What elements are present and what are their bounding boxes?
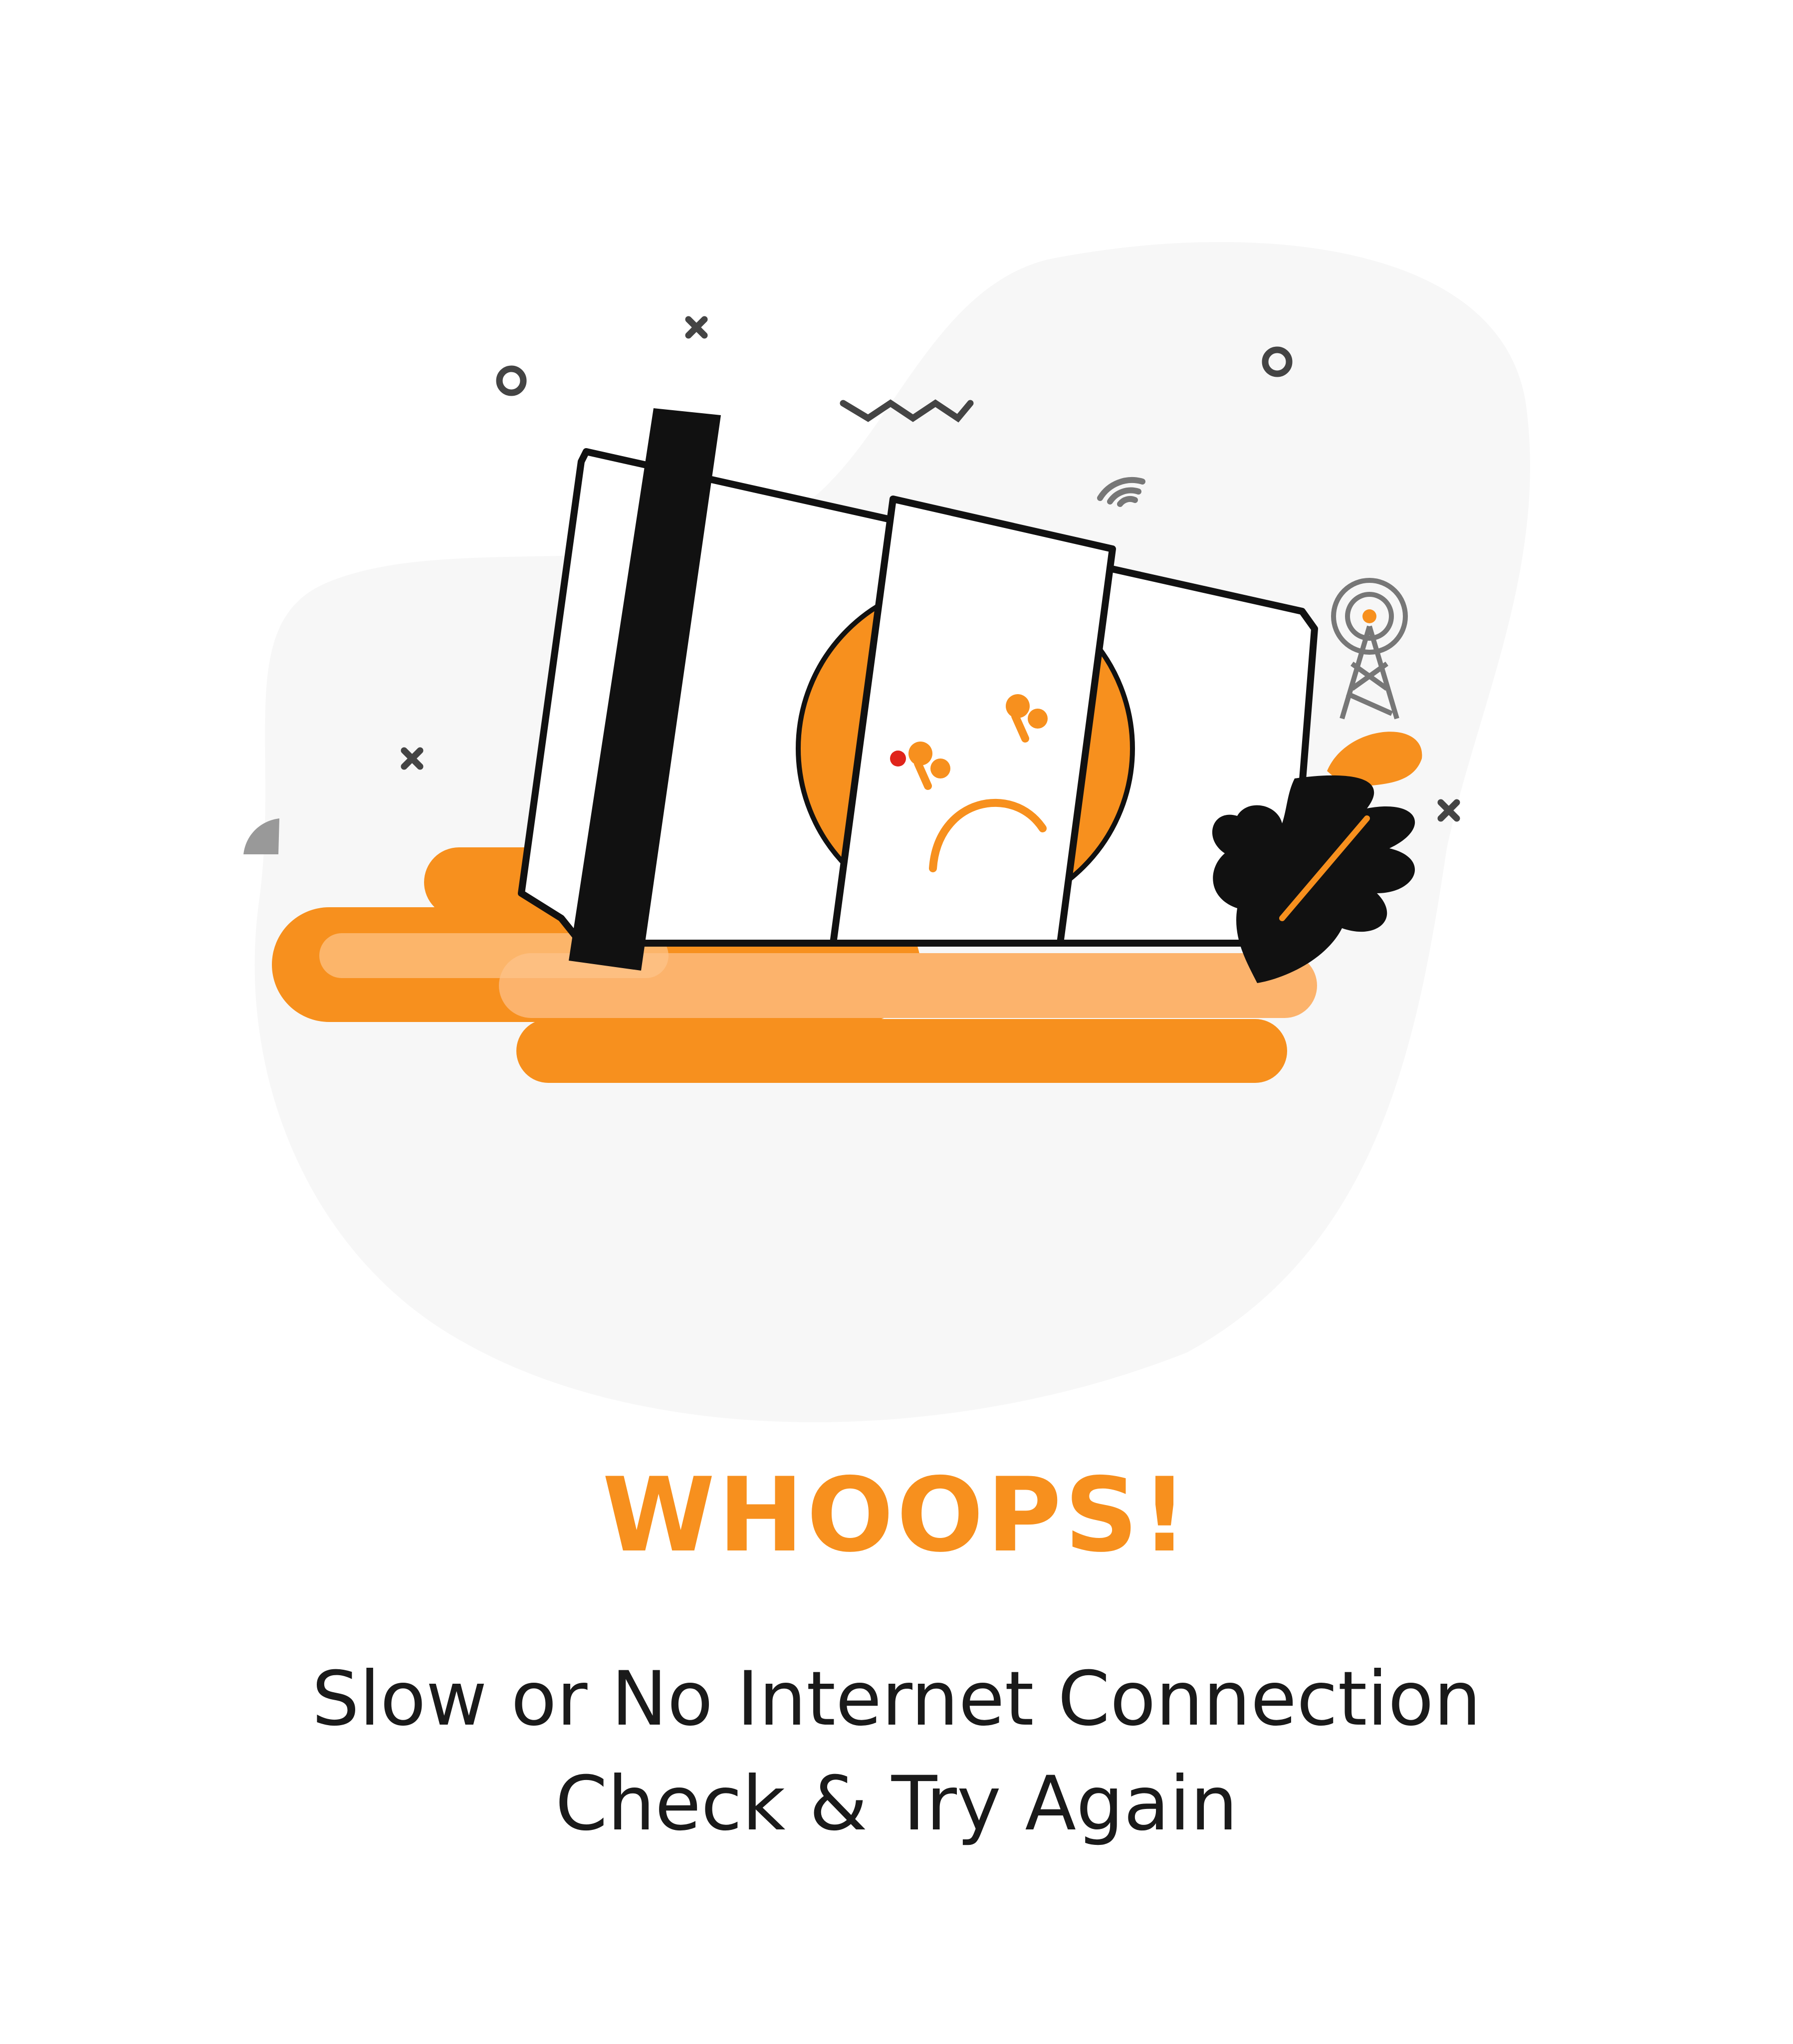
gray-fragment [243, 818, 279, 854]
cross-mark [685, 316, 708, 339]
red-dot [890, 751, 906, 766]
circle-mark [496, 365, 527, 396]
no-connection-illustration [243, 242, 1531, 1423]
error-message-line2: Check & Try Again [555, 1761, 1238, 1847]
error-message-line1: Slow or No Internet Connection [312, 1656, 1481, 1743]
error-title: WHOOPS! [602, 1456, 1191, 1575]
